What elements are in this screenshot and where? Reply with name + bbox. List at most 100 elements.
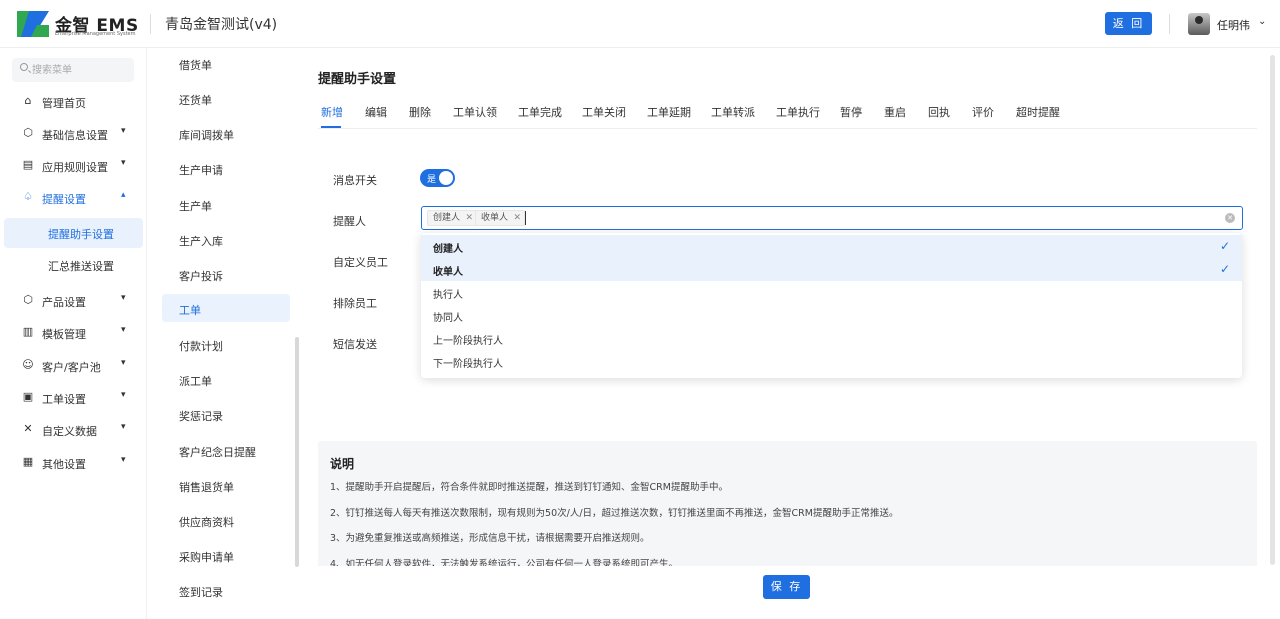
clear-icon[interactable]: ✕	[1225, 213, 1235, 223]
list-item[interactable]: 还货单	[162, 84, 290, 112]
tab-ticket-execute[interactable]: 工单执行	[776, 104, 820, 120]
sidebar-item-basic-info[interactable]: ⬡ 基础信息设置 ▾	[0, 122, 146, 146]
tab-ticket-close[interactable]: 工单关闭	[582, 104, 626, 120]
top-header: 金智 EMS Enterprise Management System 青岛金智…	[0, 0, 1280, 48]
sidebar-item-label: 其他设置	[42, 458, 86, 471]
sidebar-item-summary-push[interactable]: 汇总推送设置	[4, 250, 143, 280]
list-item[interactable]: 客户纪念日提醒	[162, 436, 290, 464]
list-item[interactable]: 奖惩记录	[162, 400, 290, 428]
active-tab-indicator	[321, 126, 341, 128]
tab-delete[interactable]: 删除	[409, 104, 431, 120]
tab-ticket-claim[interactable]: 工单认领	[453, 104, 497, 120]
note-line: 3、为避免重复推送或高频推送，形成信息干扰，请根据需要开启推送规则。	[330, 533, 650, 544]
list-item[interactable]: 生产入库	[162, 225, 290, 253]
sidebar-item-label: 模板管理	[42, 328, 86, 341]
sidebar-item-home[interactable]: ⌂ 管理首页	[0, 90, 146, 114]
list-item[interactable]: 销售退货单	[162, 471, 290, 499]
tab-edit[interactable]: 编辑	[365, 104, 387, 120]
notes-title: 说明	[330, 457, 355, 471]
tab-restart[interactable]: 重启	[884, 104, 906, 120]
sidebar-item-label: 应用规则设置	[42, 161, 108, 174]
dropdown-option[interactable]: 协同人	[421, 304, 1242, 327]
cube-icon: ⬡	[23, 293, 33, 306]
tab-receipt[interactable]: 回执	[928, 104, 950, 120]
sidebar-item-label: 客户/客户池	[42, 361, 101, 374]
list-item[interactable]: 生产申请	[162, 154, 290, 182]
sidebar-item-label: 自定义数据	[42, 425, 97, 438]
list-item[interactable]: 采购申请单	[162, 541, 290, 566]
module-list: 借货单 还货单 库间调拨单 生产申请 生产单 生产入库 客户投诉 工单 付款计划…	[147, 48, 297, 566]
switch-text: 是	[427, 175, 437, 185]
list-item[interactable]: 生产单	[162, 190, 290, 218]
company-name: 青岛金智测试(v4)	[165, 17, 278, 33]
sidebar-item-templates[interactable]: ▥ 模板管理 ▾	[0, 321, 146, 345]
selected-tag: 收单人 ✕	[475, 210, 526, 226]
chevron-down-icon: ▾	[121, 358, 126, 368]
bell-icon: ♤	[23, 190, 33, 203]
tab-review[interactable]: 评价	[972, 104, 994, 120]
sidebar-item-label: 基础信息设置	[42, 129, 108, 142]
sidebar-item-label: 产品设置	[42, 296, 86, 309]
chevron-down-icon: ▾	[121, 390, 126, 400]
sidebar-item-reminder[interactable]: ♤ 提醒设置 ▴	[0, 186, 146, 210]
message-switch[interactable]: 是	[420, 169, 455, 187]
avatar[interactable]	[1188, 13, 1210, 35]
search-input[interactable]	[32, 58, 132, 82]
sidebar-item-ticket-settings[interactable]: ▣ 工单设置 ▾	[0, 386, 146, 410]
tab-timeout-reminder[interactable]: 超时提醒	[1016, 104, 1060, 120]
cube-icon: ⬡	[23, 126, 33, 139]
sidebar-item-customers[interactable]: ☺ 客户/客户池 ▾	[0, 354, 146, 378]
reminder-select[interactable]: 创建人 ✕ 收单人 ✕ ✕	[421, 206, 1243, 230]
sidebar-item-label: 管理首页	[42, 97, 86, 110]
sidebar-item-custom-data[interactable]: ✕ 自定义数据 ▾	[0, 418, 146, 442]
tab-add[interactable]: 新增	[321, 104, 343, 120]
chevron-down-icon: ▾	[121, 158, 126, 168]
tab-pause[interactable]: 暂停	[840, 104, 862, 120]
username[interactable]: 任明伟	[1217, 17, 1250, 33]
sidebar-item-rules[interactable]: ▤ 应用规则设置 ▾	[0, 154, 146, 178]
list-item[interactable]: 签到记录	[162, 576, 290, 604]
list-item[interactable]: 付款计划	[162, 330, 290, 358]
chevron-down-icon[interactable]: ⌄	[1258, 16, 1266, 27]
sidebar-item-label: 汇总推送设置	[48, 260, 114, 273]
sidebar-item-product[interactable]: ⬡ 产品设置 ▾	[0, 289, 146, 313]
ticket-icon: ▣	[22, 390, 34, 403]
list-item-selected[interactable]: 工单	[162, 294, 290, 322]
chevron-down-icon: ▾	[121, 455, 126, 465]
list-item[interactable]: 借货单	[162, 49, 290, 77]
dropdown-option[interactable]: 上一阶段执行人	[421, 327, 1242, 350]
tab-bar: 新增 编辑 删除 工单认领 工单完成 工单关闭 工单延期 工单转派 工单执行 暂…	[318, 96, 1257, 129]
tools-icon: ✕	[23, 422, 33, 435]
sidebar-item-reminder-assistant[interactable]: 提醒助手设置	[4, 218, 143, 248]
main-panel: 提醒助手设置 新增 编辑 删除 工单认领 工单完成 工单关闭 工单延期 工单转派…	[298, 48, 1270, 571]
close-icon[interactable]: ✕	[513, 211, 521, 225]
dropdown-option[interactable]: 下一阶段执行人	[421, 350, 1242, 373]
note-line: 1、提醒助手开启提醒后，符合条件就即时推送提醒，推送到钉钉通知、金智CRM提醒助…	[330, 482, 728, 493]
chevron-down-icon: ▾	[121, 325, 126, 335]
list-item[interactable]: 库间调拨单	[162, 119, 290, 147]
tab-ticket-complete[interactable]: 工单完成	[518, 104, 562, 120]
tab-ticket-delay[interactable]: 工单延期	[647, 104, 691, 120]
main-scrollbar[interactable]	[1270, 55, 1275, 565]
sidebar-item-other[interactable]: ▦ 其他设置 ▾	[0, 451, 146, 475]
dropdown-option[interactable]: 收单人 ✓	[421, 258, 1242, 281]
close-icon[interactable]: ✕	[465, 211, 473, 225]
logo-subtitle: Enterprise Management System	[55, 31, 136, 37]
list-item[interactable]: 供应商资料	[162, 506, 290, 534]
check-icon: ✓	[1220, 262, 1231, 276]
search-box[interactable]	[12, 58, 134, 82]
tab-ticket-transfer[interactable]: 工单转派	[711, 104, 755, 120]
list-item[interactable]: 派工单	[162, 365, 290, 393]
footer-bar: 保 存	[298, 566, 1280, 619]
dropdown-option[interactable]: 创建人 ✓	[421, 235, 1242, 258]
chevron-down-icon: ▾	[121, 126, 126, 136]
switch-knob	[439, 171, 453, 185]
check-icon: ✓	[1220, 239, 1231, 253]
dropdown-option[interactable]: 执行人	[421, 281, 1242, 304]
chevron-up-icon: ▴	[121, 190, 126, 200]
save-button[interactable]: 保 存	[763, 575, 810, 599]
chevron-down-icon: ▾	[121, 422, 126, 432]
list-item[interactable]: 客户投诉	[162, 260, 290, 288]
text-cursor	[525, 211, 526, 225]
back-button[interactable]: 返 回	[1105, 12, 1152, 35]
